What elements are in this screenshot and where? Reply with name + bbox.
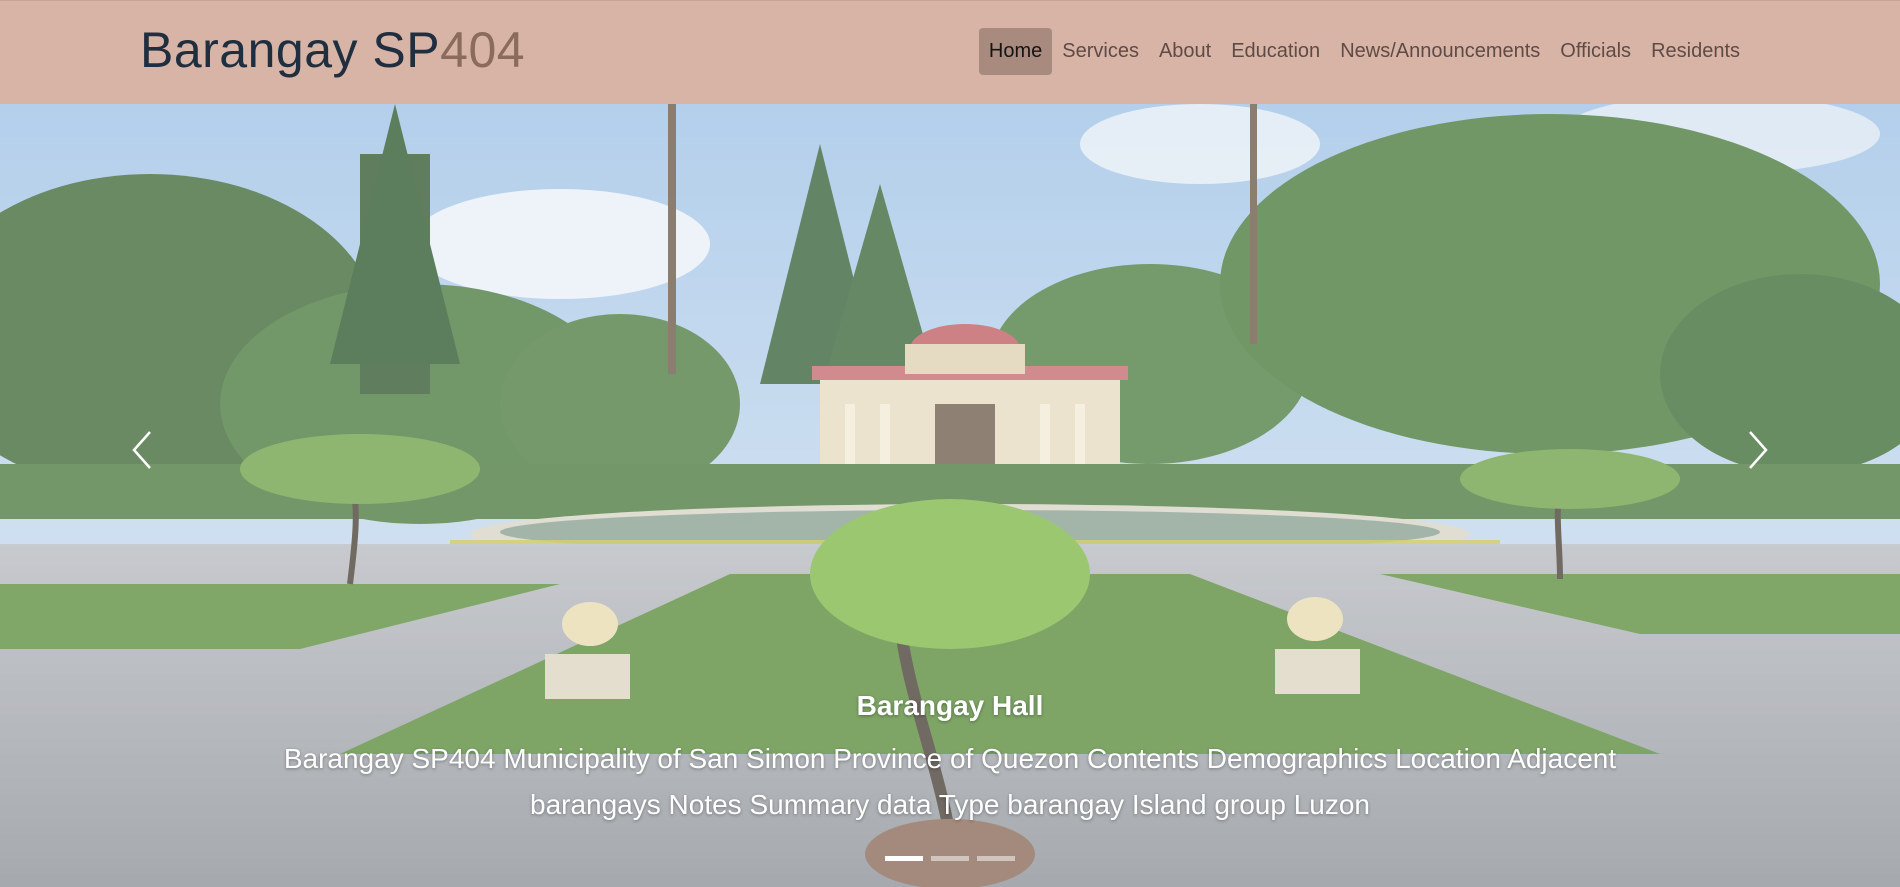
nav-news-announcements[interactable]: News/Announcements — [1330, 28, 1550, 75]
chevron-left-icon — [132, 431, 151, 469]
brand-name: Barangay SP — [140, 22, 441, 78]
carousel-prev-button[interactable] — [122, 420, 162, 480]
nav-about[interactable]: About — [1149, 28, 1221, 75]
carousel-next-button[interactable] — [1738, 420, 1778, 480]
carousel-caption: Barangay Hall Barangay SP404 Municipalit… — [0, 690, 1900, 828]
carousel-indicator-2[interactable] — [931, 856, 969, 861]
brand-number: 404 — [440, 22, 526, 78]
carousel-indicators — [0, 856, 1900, 861]
nav-home[interactable]: Home — [978, 28, 1053, 75]
nav-services[interactable]: Services — [1052, 28, 1149, 75]
navbar: Barangay SP404 Home Services About Educa… — [0, 0, 1900, 104]
brand-logo[interactable]: Barangay SP404 — [140, 21, 525, 79]
caption-title: Barangay Hall — [856, 690, 1044, 721]
caption-text: Barangay SP404 Municipality of San Simon… — [283, 743, 1617, 820]
carousel-indicator-1[interactable] — [885, 856, 923, 861]
chevron-right-icon — [1749, 431, 1768, 469]
nav-officials[interactable]: Officials — [1550, 28, 1641, 75]
nav-education[interactable]: Education — [1221, 28, 1330, 75]
nav-residents[interactable]: Residents — [1641, 28, 1750, 75]
hero-carousel: Barangay Hall Barangay SP404 Municipalit… — [0, 104, 1900, 887]
main-nav: Home Services About Education News/Annou… — [978, 28, 1750, 75]
carousel-indicator-3[interactable] — [977, 856, 1015, 861]
